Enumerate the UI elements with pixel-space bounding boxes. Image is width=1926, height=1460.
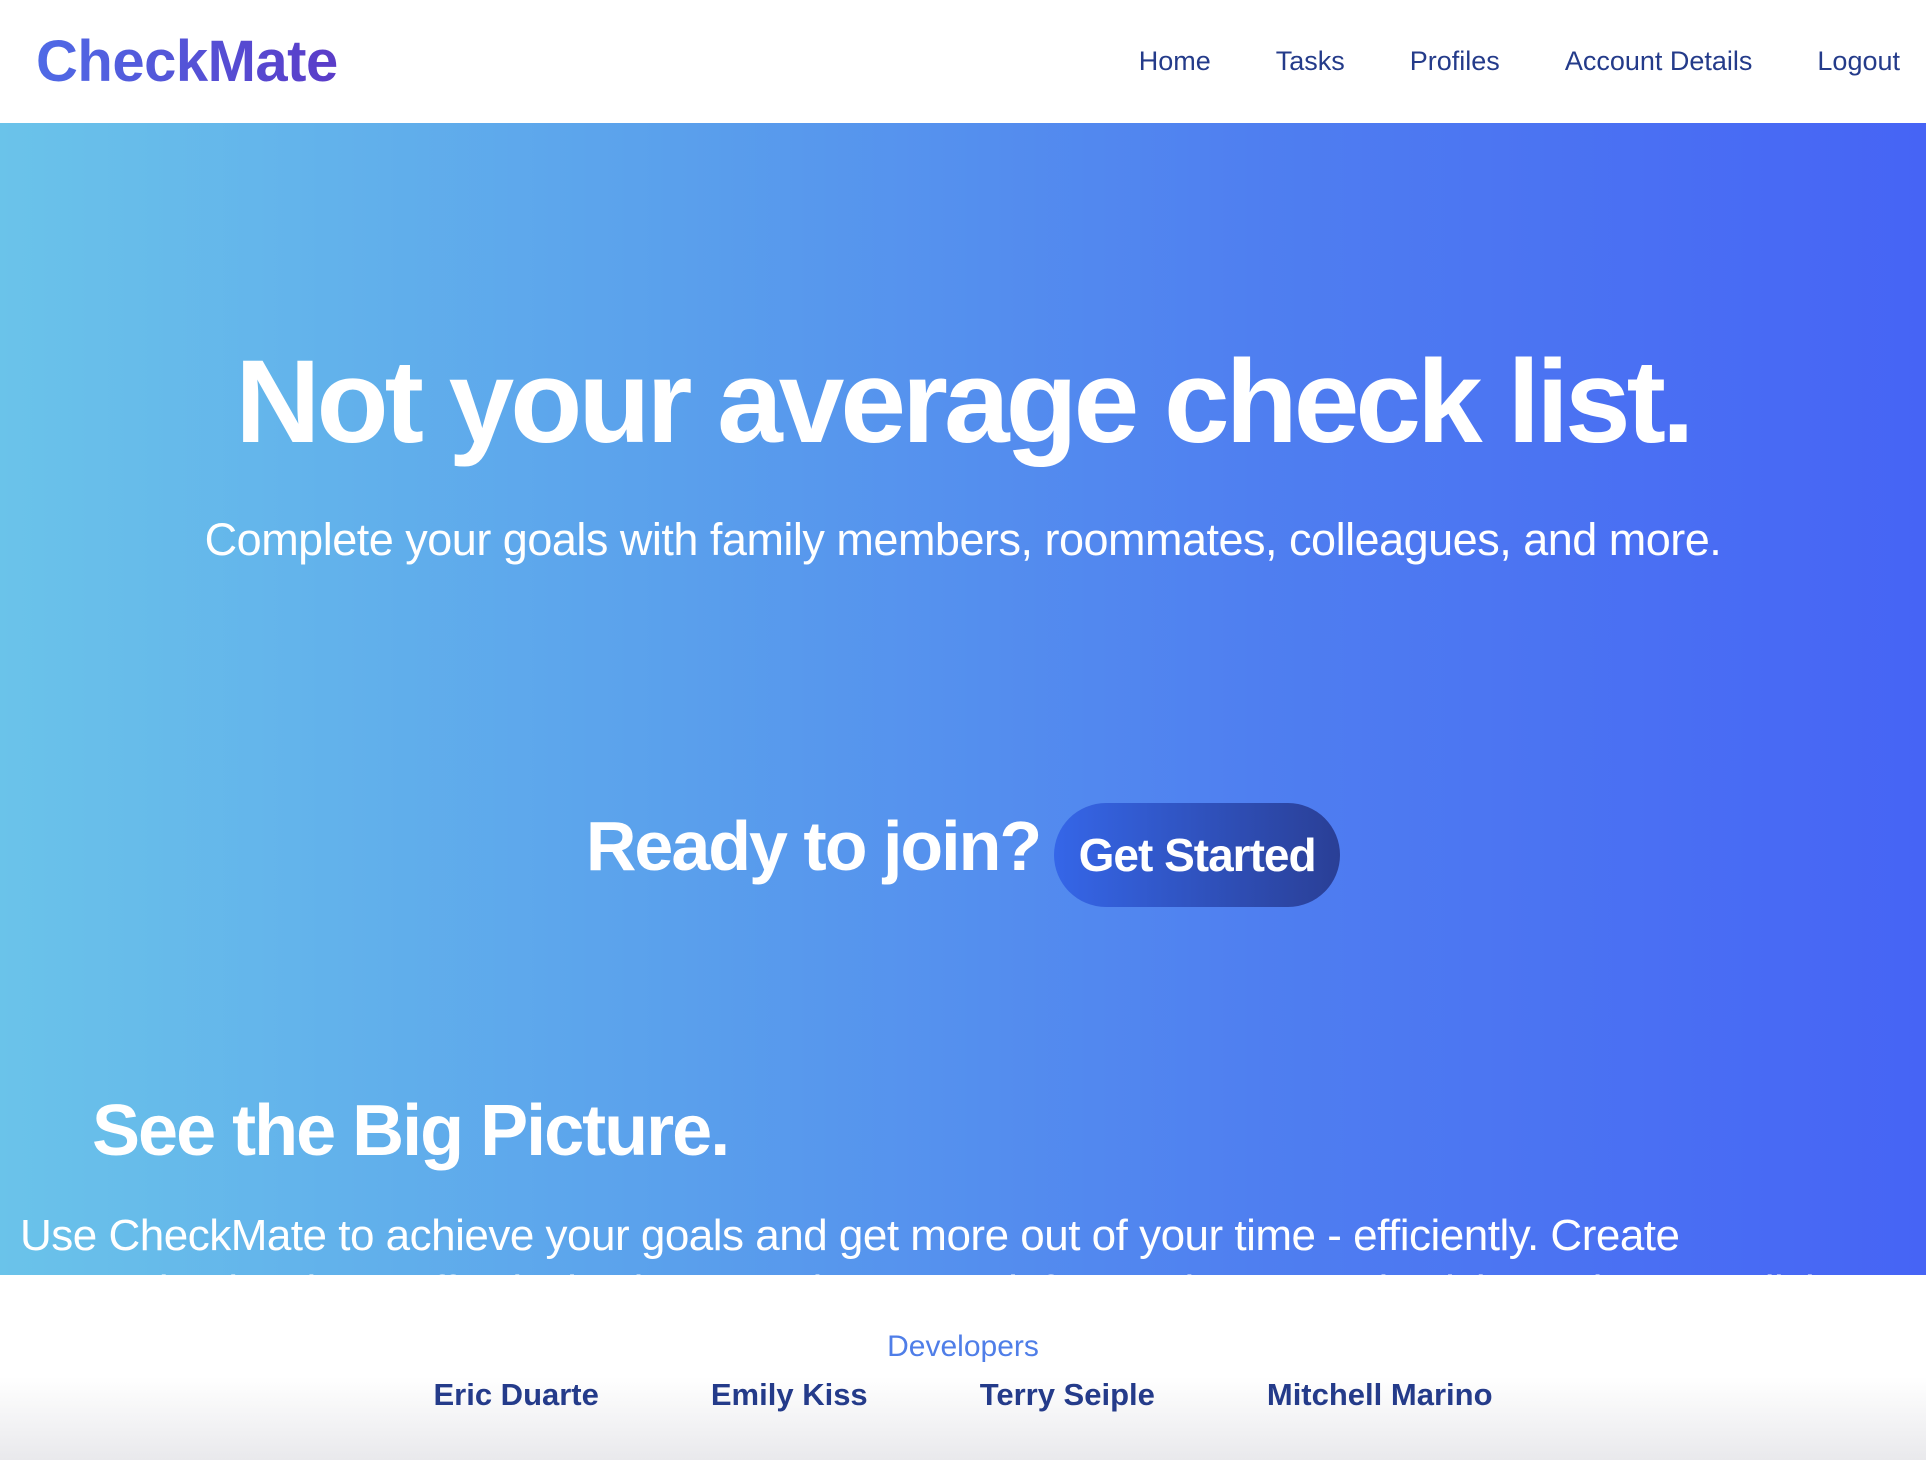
nav-link-logout[interactable]: Logout <box>1817 46 1900 77</box>
footer: Developers Eric Duarte Emily Kiss Terry … <box>0 1275 1926 1460</box>
big-picture-description: Use CheckMate to achieve your goals and … <box>20 1211 1829 1275</box>
hero-section: Not your average check list. Complete yo… <box>0 123 1926 1275</box>
big-picture-heading: See the Big Picture. <box>92 1091 730 1171</box>
developers-heading: Developers <box>887 1330 1039 1363</box>
brand-logo[interactable]: CheckMate <box>36 28 338 95</box>
join-row: Ready to join? Get Started <box>0 785 1926 907</box>
nav-link-home[interactable]: Home <box>1139 46 1211 77</box>
developer-name: Mitchell Marino <box>1266 1377 1493 1412</box>
developer-list: Eric Duarte Emily Kiss Terry Seiple Mitc… <box>0 1377 1926 1413</box>
nav-links: Home Tasks Profiles Account Details Logo… <box>1074 46 1900 77</box>
developer-name: Eric Duarte <box>433 1377 599 1412</box>
hero-subtitle: Complete your goals with family members,… <box>204 514 1722 565</box>
top-navbar: CheckMate Home Tasks Profiles Account De… <box>0 0 1926 123</box>
join-prompt: Ready to join? <box>585 807 1042 885</box>
nav-link-account-details[interactable]: Account Details <box>1565 46 1753 77</box>
developer-name: Emily Kiss <box>710 1377 868 1412</box>
developer-name: Terry Seiple <box>979 1377 1155 1412</box>
get-started-button[interactable]: Get Started <box>1054 803 1341 907</box>
hero-title: Not your average check list. <box>235 336 1694 468</box>
nav-link-profiles[interactable]: Profiles <box>1410 46 1500 77</box>
nav-link-tasks[interactable]: Tasks <box>1276 46 1345 77</box>
